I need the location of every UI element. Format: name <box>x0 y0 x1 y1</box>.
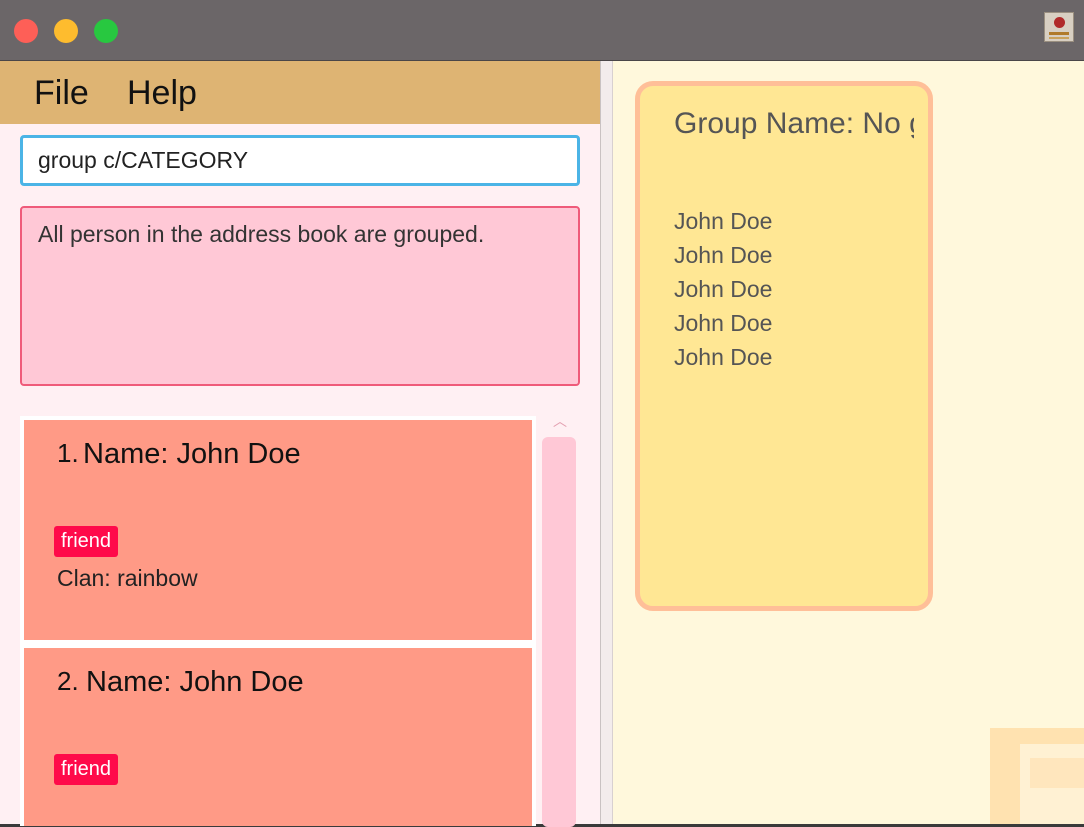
result-display: All person in the address book are group… <box>20 206 580 386</box>
scrollbar[interactable] <box>542 437 576 827</box>
group-member: John Doe <box>674 310 773 336</box>
window-titlebar <box>0 0 1084 61</box>
menu-file[interactable]: File <box>34 74 89 113</box>
minimize-window-button[interactable] <box>54 19 78 43</box>
person-index: 2. <box>57 666 79 696</box>
group-member: John Doe <box>674 344 773 370</box>
group-member-list: John Doe John Doe John Doe John Doe John… <box>674 204 772 374</box>
menu-bar: File Help <box>0 61 600 124</box>
tag-badge: friend <box>54 526 119 557</box>
tag-badge: friend <box>54 754 119 785</box>
group-card[interactable]: Group Name: No group John Doe John Doe J… <box>635 81 933 611</box>
maximize-window-button[interactable] <box>94 19 118 43</box>
group-member: John Doe <box>674 242 773 268</box>
background-decoration <box>990 728 1084 824</box>
group-name: Group Name: No group <box>674 107 914 140</box>
left-pane: File Help group c/CATEGORY All person in… <box>0 61 600 827</box>
split-pane-divider[interactable] <box>600 61 613 824</box>
group-member: John Doe <box>674 208 773 234</box>
right-pane: Group Name: No group John Doe John Doe J… <box>613 61 1084 824</box>
app-logo-icon <box>1044 12 1074 42</box>
group-member: John Doe <box>674 276 773 302</box>
close-window-button[interactable] <box>14 19 38 43</box>
command-input[interactable]: group c/CATEGORY <box>20 135 580 186</box>
person-card[interactable]: 1. Name: John Doe friend Clan: rainbow <box>24 420 532 640</box>
person-name: Name: John Doe <box>83 438 301 470</box>
person-name: Name: John Doe <box>86 666 304 698</box>
person-index: 1. <box>57 438 79 468</box>
person-card[interactable]: 2. Name: John Doe friend <box>24 648 532 826</box>
scroll-up-icon[interactable]: ︿ <box>548 414 572 428</box>
person-list[interactable]: 1. Name: John Doe friend Clan: rainbow 2… <box>20 416 536 826</box>
menu-help[interactable]: Help <box>127 74 197 113</box>
person-clan: Clan: rainbow <box>57 565 198 591</box>
